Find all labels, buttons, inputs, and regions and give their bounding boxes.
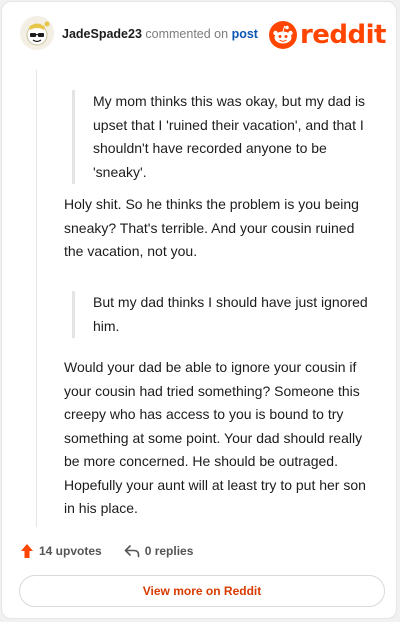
upvote-arrow-icon bbox=[21, 544, 33, 558]
snoo-avatar-icon bbox=[20, 16, 54, 50]
post-link[interactable]: post bbox=[232, 27, 258, 41]
comment-meta: JadeSpade23 commented on post bbox=[62, 26, 258, 42]
reddit-wordmark: reddit bbox=[299, 20, 387, 50]
reply-count: 0 replies bbox=[144, 544, 194, 558]
action-text: commented on bbox=[145, 27, 229, 41]
comment-paragraph-2: Would your dad be able to ignore your co… bbox=[64, 359, 366, 516]
quote-2-text: But my dad thinks I should have just ign… bbox=[93, 294, 368, 334]
comment-header: JadeSpade23 commented on post reddit bbox=[20, 16, 387, 56]
upvote-button[interactable]: 14 upvotes bbox=[20, 543, 102, 559]
upvote-count: 14 upvotes bbox=[39, 544, 102, 558]
reply-arrow-icon bbox=[124, 545, 140, 558]
comment-actions: 14 upvotes 0 replies bbox=[20, 540, 193, 562]
thread-line bbox=[36, 70, 37, 527]
reddit-logo[interactable]: reddit bbox=[268, 20, 387, 50]
quote-1-text: My mom thinks this was okay, but my dad … bbox=[93, 93, 366, 180]
username[interactable]: JadeSpade23 bbox=[62, 27, 142, 41]
reply-button[interactable]: 0 replies bbox=[124, 544, 194, 558]
reddit-snoo-icon bbox=[268, 21, 297, 49]
view-more-button[interactable]: View more on Reddit bbox=[19, 575, 385, 607]
blockquote-1: My mom thinks this was okay, but my dad … bbox=[72, 90, 372, 184]
user-avatar[interactable] bbox=[20, 16, 54, 50]
blockquote-2: But my dad thinks I should have just ign… bbox=[72, 291, 372, 338]
comment-paragraph-1: Holy shit. So he thinks the problem is y… bbox=[64, 196, 359, 259]
comment-embed-card: JadeSpade23 commented on post reddit My … bbox=[1, 1, 397, 619]
